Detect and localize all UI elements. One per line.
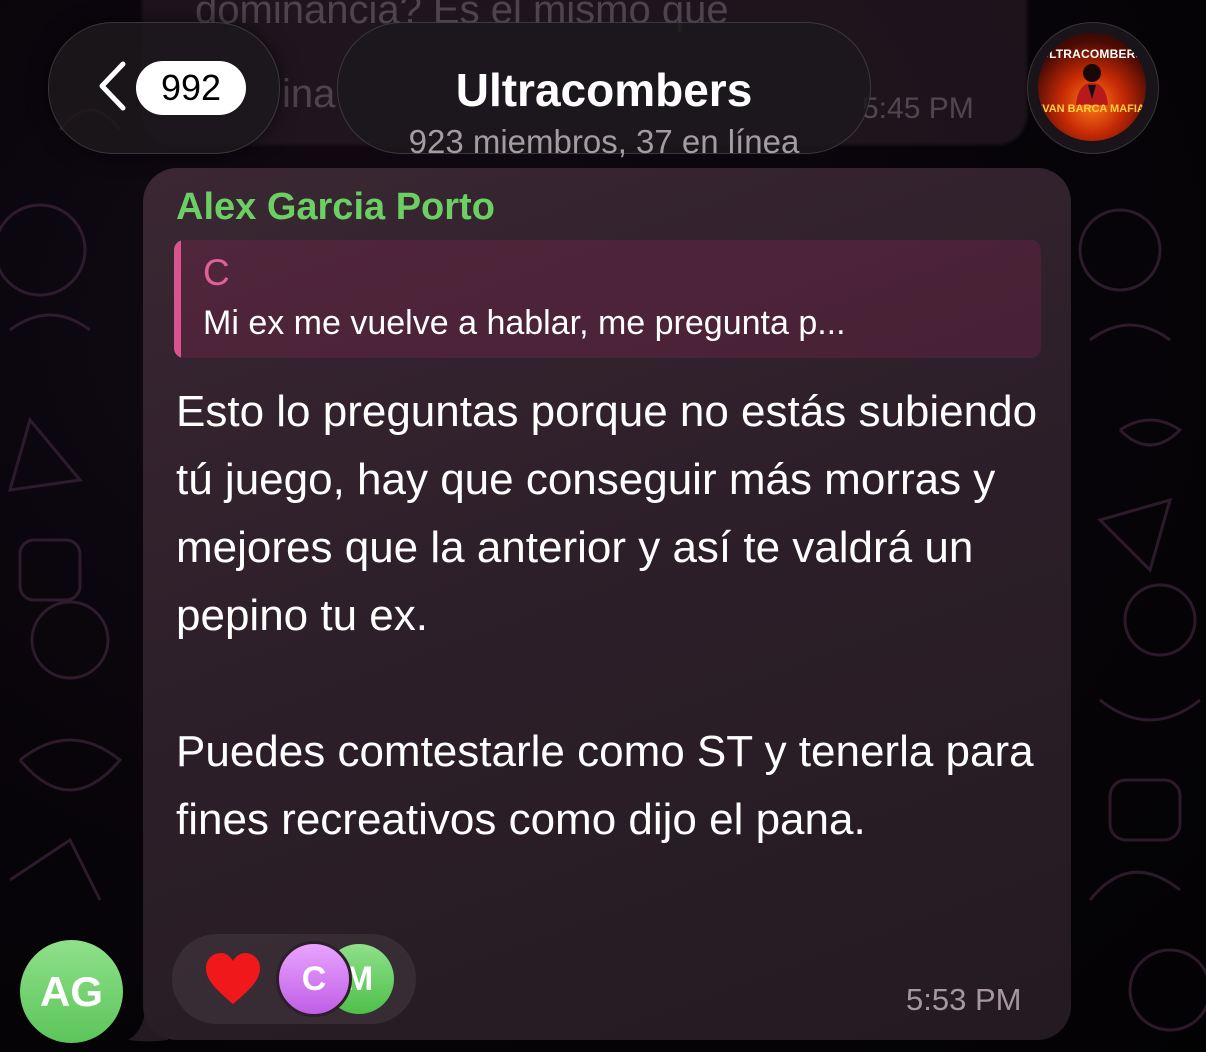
chevron-left-icon <box>99 61 126 111</box>
previous-message-text-line2: ina <box>282 72 336 116</box>
sender-name[interactable]: Alex Garcia Porto <box>176 186 495 229</box>
sender-avatar[interactable]: AG <box>20 940 123 1043</box>
message-timestamp: 5:53 PM <box>906 982 1022 1017</box>
group-avatar-logo-text: ULTRACOMBERS <box>1040 47 1144 61</box>
chat-title: Ultracombers <box>455 64 753 116</box>
message-text: Esto lo preguntas porque no estás subien… <box>176 378 1056 854</box>
reactor-avatar-c: C <box>276 941 352 1017</box>
heart-icon <box>206 953 260 1004</box>
chat-header[interactable]: Ultracombers 923 miembros, 37 en línea <box>337 22 871 160</box>
person-silhouette-icon <box>1076 64 1108 105</box>
reaction-chip[interactable]: M C <box>172 934 416 1024</box>
previous-message-time: 5:45 PM <box>862 92 974 125</box>
reply-text: Mi ex me vuelve a hablar, me pregunta p.… <box>203 304 846 342</box>
group-avatar-subtext: IVAN BARCA MAFIA <box>1039 103 1145 115</box>
chat-screen: dominancia? Es el mismo que ina 5:45 PM … <box>0 0 1206 1052</box>
reply-author: C <box>203 252 230 293</box>
message-paragraph-2: Puedes comtestarle como ST y tenerla par… <box>176 727 1034 844</box>
reply-preview[interactable]: C Mi ex me vuelve a hablar, me pregunta … <box>174 240 1041 358</box>
message-paragraph-1: Esto lo preguntas porque no estás subien… <box>176 387 1038 640</box>
reply-accent-bar <box>174 240 181 358</box>
chat-member-status: 923 miembros, 37 en línea <box>408 123 800 160</box>
group-avatar[interactable]: ULTRACOMBERS IVAN BARCA MAFIA <box>1038 33 1146 141</box>
unread-count-badge: 992 <box>136 61 246 115</box>
